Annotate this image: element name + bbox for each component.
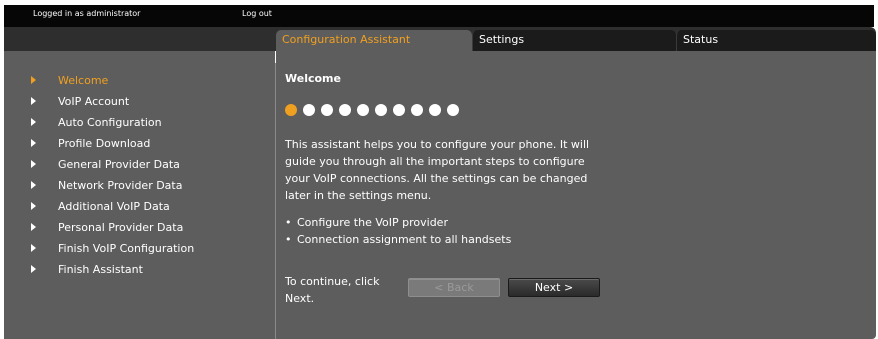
step-dot — [303, 104, 315, 116]
step-dot-current — [285, 104, 297, 116]
step-dot — [339, 104, 351, 116]
sidebar-item-label: VoIP Account — [58, 95, 130, 108]
step-dot — [357, 104, 369, 116]
logout-link[interactable]: Log out — [242, 9, 272, 18]
continue-hint-line: To continue, click — [285, 275, 380, 288]
back-button[interactable]: < Back — [408, 278, 500, 297]
sidebar-item-label: General Provider Data — [58, 158, 180, 171]
next-button[interactable]: Next > — [508, 278, 600, 297]
sidebar-item-personal-provider-data[interactable]: Personal Provider Data — [4, 221, 204, 237]
sidebar: Welcome VoIP Account Auto Configuration … — [4, 51, 275, 339]
continue-hint: To continue, click Next. — [285, 273, 379, 307]
sidebar-item-label: Welcome — [58, 74, 109, 87]
arrow-right-icon — [31, 160, 36, 168]
tab-label: Settings — [479, 33, 525, 46]
tab-configuration-assistant[interactable]: Configuration Assistant — [276, 30, 472, 51]
arrow-right-icon — [31, 265, 36, 273]
sidebar-item-label: Auto Configuration — [58, 116, 162, 129]
arrow-right-icon — [31, 244, 36, 252]
sidebar-item-finish-voip-configuration[interactable]: Finish VoIP Configuration — [4, 242, 204, 258]
main-panel: Welcome This assistant helps you to conf… — [276, 51, 876, 339]
tab-bar: Configuration Assistant Settings Status — [4, 27, 876, 51]
step-dot — [447, 104, 459, 116]
step-dot — [411, 104, 423, 116]
continue-hint-line: Next. — [285, 292, 315, 305]
arrow-right-icon — [31, 118, 36, 126]
login-status: Logged in as administrator — [33, 9, 141, 18]
sidebar-item-finish-assistant[interactable]: Finish Assistant — [4, 263, 204, 279]
arrow-right-icon — [31, 202, 36, 210]
step-dot — [375, 104, 387, 116]
sidebar-item-label: Additional VoIP Data — [58, 200, 170, 213]
list-item: Configure the VoIP provider — [285, 214, 511, 231]
step-dot — [429, 104, 441, 116]
top-bar: Logged in as administrator Log out — [4, 5, 874, 27]
step-dot — [321, 104, 333, 116]
arrow-right-icon — [31, 76, 36, 84]
sidebar-item-profile-download[interactable]: Profile Download — [4, 137, 204, 153]
arrow-right-icon — [31, 139, 36, 147]
sidebar-item-label: Personal Provider Data — [58, 221, 184, 234]
feature-list: Configure the VoIP provider Connection a… — [285, 214, 511, 248]
sidebar-item-label: Profile Download — [58, 137, 151, 150]
intro-text: This assistant helps you to configure yo… — [285, 138, 590, 202]
sidebar-item-voip-account[interactable]: VoIP Account — [4, 95, 204, 111]
sidebar-item-auto-configuration[interactable]: Auto Configuration — [4, 116, 204, 132]
page-title: Welcome — [285, 72, 341, 85]
sidebar-item-label: Finish VoIP Configuration — [58, 242, 195, 255]
sidebar-item-additional-voip-data[interactable]: Additional VoIP Data — [4, 200, 204, 216]
tab-status[interactable]: Status — [676, 30, 876, 51]
sidebar-item-label: Finish Assistant — [58, 263, 143, 276]
tab-label: Status — [683, 33, 719, 46]
list-item: Connection assignment to all handsets — [285, 231, 511, 248]
tab-settings[interactable]: Settings — [472, 30, 676, 51]
arrow-right-icon — [31, 181, 36, 189]
step-dot — [393, 104, 405, 116]
sidebar-item-label: Network Provider Data — [58, 179, 183, 192]
arrow-right-icon — [31, 223, 36, 231]
sidebar-item-welcome[interactable]: Welcome — [4, 74, 204, 90]
arrow-right-icon — [31, 97, 36, 105]
sidebar-item-network-provider-data[interactable]: Network Provider Data — [4, 179, 204, 195]
tab-label: Configuration Assistant — [282, 33, 411, 46]
sidebar-item-general-provider-data[interactable]: General Provider Data — [4, 158, 204, 174]
